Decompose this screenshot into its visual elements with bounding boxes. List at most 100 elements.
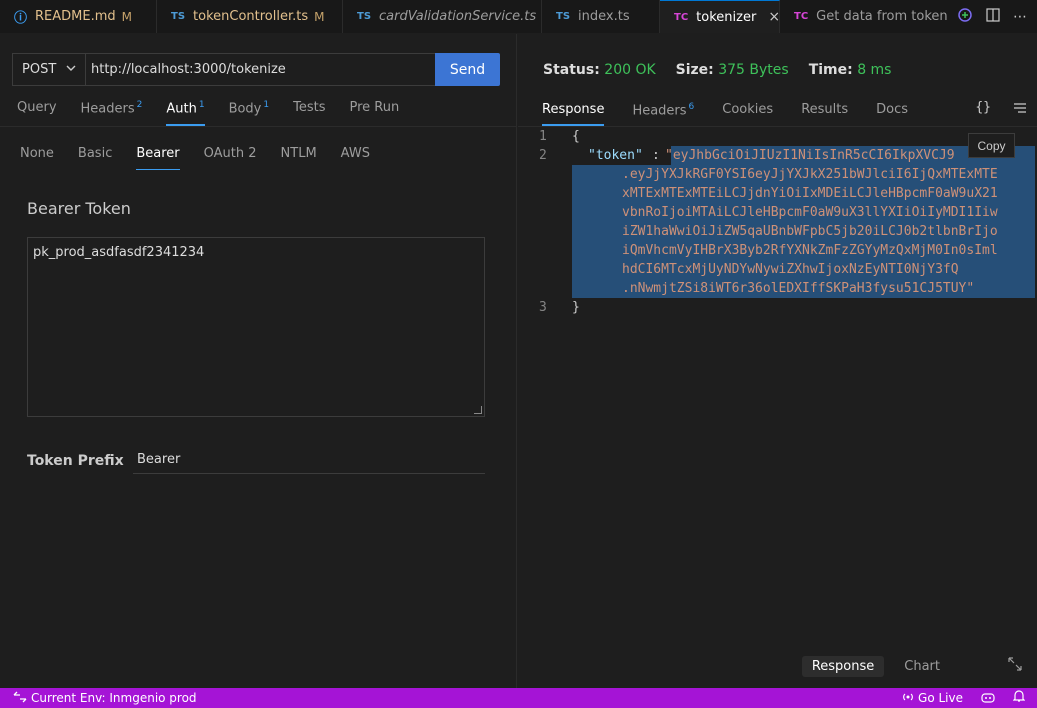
response-tabs: Response Headers 6 Cookies Results Docs <box>542 102 936 126</box>
tab-headers[interactable]: Headers 2 <box>81 100 143 126</box>
line-number: 3 <box>539 300 547 315</box>
send-button[interactable]: Send <box>435 53 500 86</box>
tab-query[interactable]: Query <box>17 100 57 126</box>
time-info: Time: 8 ms <box>808 62 892 78</box>
modified-indicator: M <box>314 9 325 24</box>
auth-basic[interactable]: Basic <box>78 146 112 170</box>
token-prefix-label: Token Prefix <box>27 453 124 469</box>
line-number: 1 <box>539 129 547 144</box>
tab-label: cardValidationService.ts <box>379 9 537 24</box>
format-json-icon[interactable]: {} <box>975 100 991 118</box>
divider <box>518 126 1037 127</box>
chevron-down-icon <box>65 61 77 78</box>
body-count: 1 <box>263 100 270 110</box>
tab-readme[interactable]: ⓘ README.md M <box>0 0 157 33</box>
token-prefix-input[interactable]: Bearer <box>133 444 485 474</box>
token-line: iQmVhcmVyIHBrX3Byb2RfYXNkZmFzZGYyMzQxMjM… <box>622 243 998 258</box>
tab-label: Get data from token <box>816 9 948 24</box>
response-actions: {} <box>975 100 1027 118</box>
modified-indicator: M <box>121 9 133 24</box>
tab-body[interactable]: Body 1 <box>229 100 270 126</box>
view-switch: Response Chart <box>801 656 950 677</box>
line-number: 2 <box>539 148 547 163</box>
editor-actions: ⋯ <box>947 0 1037 33</box>
token-line: .nNwmjtZSi8iWT6r36olEDXIffSKPaH3fysu51CJ… <box>622 281 975 296</box>
thunder-client-icon: TC <box>794 11 809 22</box>
copy-button[interactable]: Copy <box>968 133 1015 158</box>
bearer-token-textarea[interactable]: pk_prod_asdfasdf2341234 <box>27 237 485 417</box>
response-headers-count: 6 <box>688 102 695 112</box>
token-line: xMTExMTExMTEiLCJjdnYiOiIxMDEiLCJleHBpcmF… <box>622 186 998 201</box>
request-pane: POST http://localhost:3000/tokenize Send… <box>0 34 517 688</box>
auth-count: 1 <box>198 100 205 110</box>
more-actions-icon[interactable]: ⋯ <box>1013 9 1027 25</box>
tab-auth[interactable]: Auth 1 <box>166 100 205 127</box>
current-env-label: Current Env: Inmgenio prod <box>31 691 197 705</box>
response-pane: Status: 200 OK Size: 375 Bytes Time: 8 m… <box>518 34 1037 688</box>
bearer-token-label: Bearer Token <box>27 199 131 218</box>
auth-aws[interactable]: AWS <box>341 146 370 170</box>
compare-changes-icon[interactable] <box>957 7 973 27</box>
remote-icon <box>13 691 27 706</box>
tab-index[interactable]: TS index.ts <box>542 0 660 33</box>
expand-icon[interactable] <box>1007 656 1023 676</box>
token-line: hdCI6MTcxMjUyNDYwNywiZXhwIjoxNzEyNTI0NjY… <box>622 262 959 277</box>
status-bar-right: Go Live <box>902 688 1026 708</box>
token-line: iZW1haWwiOiJiZW5qaUBnbWFpbC5jb20iLCJ0b2t… <box>622 224 998 239</box>
token-line: vbnRoIjoiMTAiLCJleHBpcmF0aW9uX3llYXIiOiI… <box>622 205 998 220</box>
divider <box>0 126 517 127</box>
status-value: 200 OK <box>604 62 656 78</box>
go-live-label: Go Live <box>918 691 963 705</box>
url-input[interactable]: http://localhost:3000/tokenize <box>85 53 436 86</box>
auth-ntlm[interactable]: NTLM <box>281 146 317 170</box>
info-icon: ⓘ <box>14 11 28 26</box>
typescript-icon: TS <box>171 11 186 22</box>
auth-bearer[interactable]: Bearer <box>136 146 180 170</box>
tab-tests[interactable]: Tests <box>293 100 325 126</box>
tab-response[interactable]: Response <box>542 102 605 126</box>
tab-card-validation-service[interactable]: TS cardValidationService.ts <box>343 0 542 33</box>
view-response-button[interactable]: Response <box>801 656 885 677</box>
tab-label: index.ts <box>578 9 630 24</box>
token-line: .eyJjYXJkRGF0YSI6eyJjYXJkX251bWJlciI6IjQ… <box>622 167 998 182</box>
bearer-token-value: pk_prod_asdfasdf2341234 <box>33 245 205 260</box>
auth-none[interactable]: None <box>20 146 54 170</box>
tab-pre-run[interactable]: Pre Run <box>350 100 400 126</box>
copilot-icon[interactable] <box>981 691 995 706</box>
close-icon[interactable]: × <box>768 9 780 25</box>
method-select[interactable]: POST <box>12 53 86 86</box>
tab-tokenizer[interactable]: TC tokenizer × <box>660 0 780 33</box>
size-info: Size: 375 Bytes <box>675 62 789 78</box>
json-key: "token" <box>588 148 643 163</box>
tab-label: tokenizer <box>696 9 757 25</box>
resize-handle[interactable] <box>474 406 482 414</box>
tab-cookies[interactable]: Cookies <box>722 102 773 126</box>
request-tabs: Query Headers 2 Auth 1 Body 1 Tests Pre Run <box>17 100 423 127</box>
auth-oauth2[interactable]: OAuth 2 <box>204 146 257 170</box>
token-line: "eyJhbGciOiJIUzI1NiIsInR5cCI6IkpXVCJ9 <box>665 148 955 163</box>
tab-results[interactable]: Results <box>801 102 848 126</box>
typescript-icon: TS <box>556 11 571 22</box>
response-status-row: Status: 200 OK Size: 375 Bytes Time: 8 m… <box>543 62 891 78</box>
tab-get-data-from-token[interactable]: TC Get data from token <box>780 0 950 33</box>
editor-tab-bar: ⓘ README.md M TS tokenController.ts M TS… <box>0 0 1037 33</box>
tab-response-headers[interactable]: Headers 6 <box>632 102 694 126</box>
go-live-button[interactable]: Go Live <box>902 691 963 706</box>
view-chart-button[interactable]: Chart <box>894 656 950 677</box>
menu-icon[interactable] <box>1013 100 1027 118</box>
thunder-client-icon: TC <box>674 11 689 23</box>
method-value: POST <box>22 62 57 77</box>
notifications-icon[interactable] <box>1012 690 1026 706</box>
close-brace: } <box>572 300 580 315</box>
tab-label: README.md <box>35 9 116 24</box>
tab-docs[interactable]: Docs <box>876 102 908 126</box>
open-brace: { <box>572 129 580 144</box>
broadcast-icon <box>902 691 914 706</box>
auth-type-tabs: None Basic Bearer OAuth 2 NTLM AWS <box>20 146 394 170</box>
tab-token-controller[interactable]: TS tokenController.ts M <box>157 0 343 33</box>
size-value: 375 Bytes <box>718 62 789 78</box>
headers-count: 2 <box>136 100 143 110</box>
status-bar: Current Env: Inmgenio prod Go Live <box>0 688 1037 708</box>
split-editor-icon[interactable] <box>985 7 1001 27</box>
current-env[interactable]: Current Env: Inmgenio prod <box>13 691 197 706</box>
